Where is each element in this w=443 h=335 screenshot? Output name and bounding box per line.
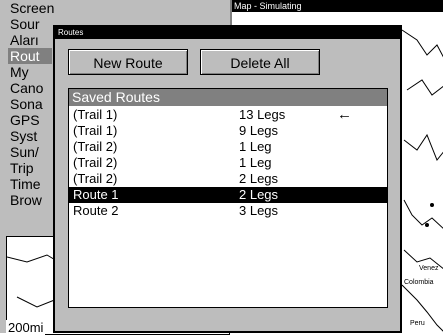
menu-item-routes[interactable]: Rout xyxy=(8,48,52,64)
route-legs: 1 Leg xyxy=(239,139,272,154)
map-title: Map - Simulating xyxy=(232,0,443,12)
route-name: Route 2 xyxy=(73,203,119,218)
route-legs: 9 Legs xyxy=(239,123,279,138)
route-name: (Trail 2) xyxy=(73,139,118,154)
route-legs: 13 Legs xyxy=(239,107,286,122)
menu-item-sun[interactable]: Sun/ xyxy=(10,144,39,160)
saved-routes-header: Saved Routes xyxy=(69,89,387,106)
menu-item-system[interactable]: Syst xyxy=(10,128,37,144)
route-name: (Trail 2) xyxy=(73,155,118,170)
route-legs: 1 Leg xyxy=(239,155,272,170)
menu-item-cancel[interactable]: Cano xyxy=(10,80,43,96)
route-name: (Trail 1) xyxy=(73,123,118,138)
route-name: (Trail 2) xyxy=(73,171,118,186)
menu-item-my[interactable]: My xyxy=(10,64,29,80)
route-legs: 3 Legs xyxy=(239,203,279,218)
menu-item-time[interactable]: Time xyxy=(10,176,41,192)
place-label-venezuela: Venez xyxy=(419,265,439,272)
route-row[interactable]: Route 2 3 Legs xyxy=(69,203,387,219)
routes-dialog: Routes New Route Delete All Saved Routes… xyxy=(53,25,402,333)
arrow-left-icon: ← xyxy=(337,106,352,123)
route-legs: 2 Legs xyxy=(239,187,279,202)
route-row[interactable]: (Trail 1) 9 Legs xyxy=(69,123,387,139)
menu-item-browse[interactable]: Brow xyxy=(10,192,42,208)
menu-item-sounds[interactable]: Sour xyxy=(10,16,40,32)
route-row-selected[interactable]: Route 1 2 Legs xyxy=(69,187,387,203)
route-name: Route 1 xyxy=(73,187,119,202)
route-row[interactable]: (Trail 2) 2 Legs xyxy=(69,171,387,187)
menu-item-sonar[interactable]: Sona xyxy=(10,96,43,112)
menu-item-trip[interactable]: Trip xyxy=(10,160,34,176)
saved-routes-list[interactable]: Saved Routes (Trail 1) 13 Legs ← (Trail … xyxy=(68,88,388,308)
route-row[interactable]: (Trail 2) 1 Leg xyxy=(69,155,387,171)
route-row[interactable]: (Trail 2) 1 Leg xyxy=(69,139,387,155)
route-name: (Trail 1) xyxy=(73,107,118,122)
menu-item-alarms[interactable]: Aları xyxy=(10,32,39,48)
route-legs: 2 Legs xyxy=(239,171,279,186)
place-label-peru: Peru xyxy=(410,320,425,327)
place-label-colombia: Colombia xyxy=(404,279,434,286)
dialog-title: Routes xyxy=(55,27,400,39)
menu-item-gps[interactable]: GPS xyxy=(10,112,40,128)
route-row[interactable]: (Trail 1) 13 Legs ← xyxy=(69,107,387,123)
delete-all-button[interactable]: Delete All xyxy=(200,49,320,75)
menu-item-screen[interactable]: Screen xyxy=(10,0,54,16)
new-route-button[interactable]: New Route xyxy=(68,49,188,75)
